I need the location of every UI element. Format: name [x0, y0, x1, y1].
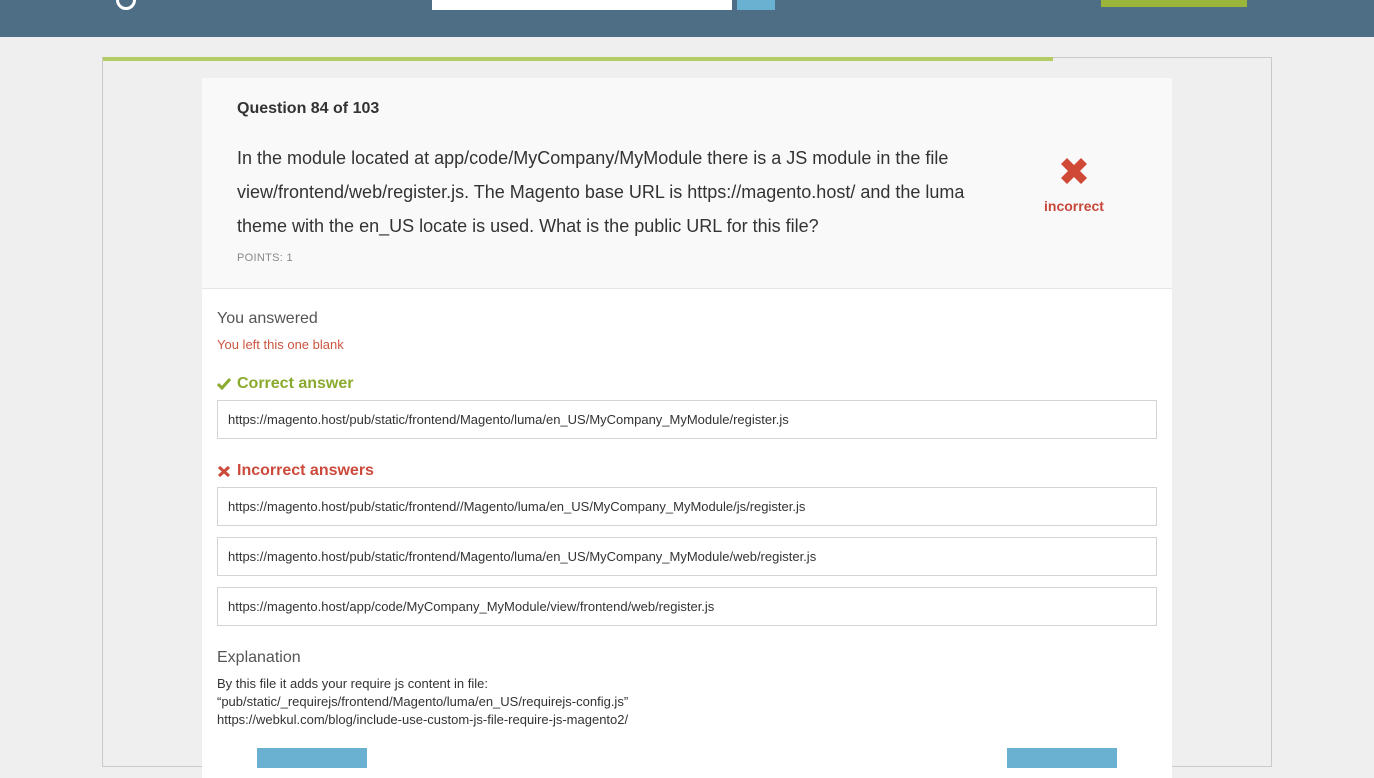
incorrect-answers-title: Incorrect answers — [237, 462, 374, 479]
next-button[interactable] — [1007, 748, 1117, 768]
you-answered-label: You answered — [217, 310, 318, 327]
correct-answer-heading: Correct answer — [217, 375, 354, 393]
x-small-icon — [217, 465, 231, 477]
incorrect-answer-option: https://magento.host/app/code/MyCompany_… — [217, 587, 1157, 626]
quiz-progress-bar — [103, 57, 1053, 61]
logo-mark-icon — [116, 0, 136, 10]
incorrect-answers-heading: Incorrect answers — [217, 462, 374, 480]
result-status: incorrect — [1022, 158, 1126, 214]
you-answered-value: You left this one blank — [217, 337, 344, 352]
question-header: Question 84 of 103 In the module located… — [202, 78, 1172, 289]
correct-answer-option: https://magento.host/pub/static/frontend… — [217, 400, 1157, 439]
incorrect-answer-option: https://magento.host/pub/static/frontend… — [217, 537, 1157, 576]
explanation-title: Explanation — [217, 649, 301, 666]
explanation-line: By this file it adds your require js con… — [217, 676, 488, 691]
question-number: Question 84 of 103 — [237, 100, 380, 117]
question-points: POINTS: 1 — [237, 252, 293, 264]
x-icon — [1061, 158, 1087, 184]
search-input[interactable] — [432, 0, 732, 10]
explanation-line: “pub/static/_requirejs/frontend/Magento/… — [217, 694, 629, 709]
result-label: incorrect — [1044, 198, 1104, 214]
top-bar — [0, 0, 1374, 37]
explanation-link[interactable]: https://webkul.com/blog/include-use-cust… — [217, 712, 628, 727]
previous-button[interactable] — [257, 748, 367, 768]
check-icon — [217, 378, 231, 390]
question-text: In the module located at app/code/MyComp… — [237, 148, 965, 236]
correct-answer-title: Correct answer — [237, 375, 354, 392]
incorrect-answer-option: https://magento.host/pub/static/frontend… — [217, 487, 1157, 526]
header-action-button[interactable] — [1101, 0, 1247, 7]
search-button[interactable] — [737, 0, 775, 10]
question-card: Question 84 of 103 In the module located… — [202, 78, 1172, 778]
site-logo[interactable] — [116, 0, 136, 10]
